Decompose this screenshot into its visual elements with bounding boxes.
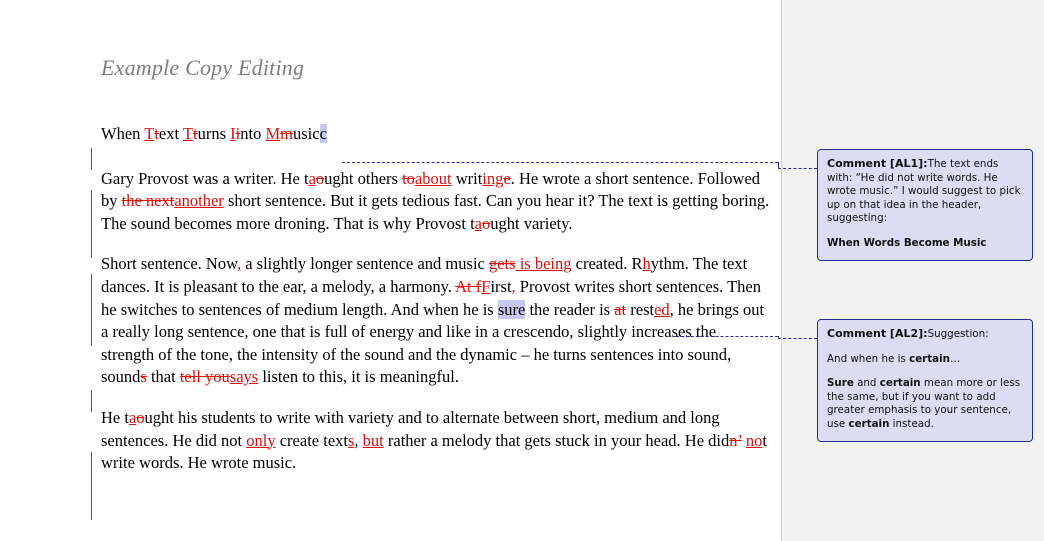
p2-del-4: the next (121, 191, 175, 211)
heading-ins-2: T (182, 124, 194, 143)
p3-text-8: rest (626, 299, 655, 319)
heading-rest-3: nto (240, 124, 266, 143)
heading-ins-1: T (144, 124, 155, 143)
document-heading: When Ttext Tturns Iinto Mmusicc (101, 123, 773, 146)
comment-al2-body: Comment [AL2]:Suggestion: (827, 327, 1023, 342)
paragraph-short-sentence: Short sentence. Now, a slightly longer s… (101, 253, 773, 389)
heading-ins-4: M (265, 124, 281, 143)
comment-al2-text: Suggestion: (927, 328, 989, 340)
heading-prefix: When (101, 124, 145, 143)
p2-text-1: Gary Provost was a writer. He t (101, 168, 309, 188)
paragraph-he-taught: He taought his students to write with va… (101, 407, 773, 475)
comment-anchor-al2[interactable]: sure (497, 299, 526, 319)
p2-ins-5: a (474, 213, 482, 233)
p3-ins-6: ed (654, 299, 670, 319)
p3-del-3: at (614, 299, 627, 319)
paragraph-gary-provost: Gary Provost was a writer. He taought ot… (101, 168, 773, 236)
p3-ins-7: says (229, 367, 259, 387)
p3-text-7: the reader is (525, 299, 615, 319)
p2-ins-1: a (308, 168, 316, 188)
heading-rest-1: ext (158, 124, 183, 143)
p2-text-6: ught variety. (490, 213, 573, 233)
comment-leader-al1-h1 (342, 162, 778, 163)
comment-leader-al2-h2 (778, 338, 817, 339)
p3-ins-2: is being (515, 254, 572, 274)
p3-del-1: gets (488, 254, 516, 274)
p4-ins-5: no (745, 430, 763, 450)
p2-text-2: ught others (324, 168, 403, 188)
p2-ins-2: about (414, 168, 452, 188)
comment-al2-line-3: Sure and certain mean more or less the s… (827, 377, 1023, 431)
p3-del-5: tell you (179, 367, 230, 387)
comment-al2-line-3-text: Sure and certain mean more or less the s… (827, 377, 1021, 430)
change-bar-heading (91, 148, 92, 170)
comment-al1-label: Comment [AL1]: (827, 157, 928, 170)
comment-box-al1[interactable]: Comment [AL1]:The text ends with: “He di… (817, 149, 1033, 261)
change-bar-para3b (91, 390, 92, 412)
comment-anchor-al1[interactable]: c (319, 124, 327, 143)
heading-rest-2: urns (197, 124, 231, 143)
comment-al2-label: Comment [AL2]: (827, 327, 928, 340)
change-bar-para4 (91, 452, 92, 520)
document-page: Example Copy Editing When Ttext Tturns I… (0, 0, 782, 541)
document-viewer: Example Copy Editing When Ttext Tturns I… (0, 0, 1044, 541)
p4-del-2: n’ (729, 430, 742, 450)
p3-text-3: created. R (571, 254, 643, 274)
p2-ins-4: another (174, 191, 224, 211)
comment-leader-al2-h1 (676, 336, 778, 337)
p2-ins-3: ing (482, 168, 504, 188)
p4-text-5: rather a melody that gets stuck in your … (383, 430, 730, 450)
p4-text-3: create text (275, 430, 348, 450)
heading-rest-4: usic (292, 124, 320, 143)
comment-al1-suggestion-text: When Words Become Music (827, 236, 987, 249)
p4-text-4: , (354, 430, 363, 450)
p3-text-11: listen to this, it is meaningful. (258, 367, 459, 387)
page-title: Example Copy Editing (101, 55, 305, 80)
p3-ins-3: h (642, 254, 651, 274)
p3-text-5: irst (490, 276, 512, 296)
p4-del-1: o (136, 407, 145, 427)
p3-text-10: that (146, 367, 180, 387)
p3-text-2: a slightly longer sentence and music (241, 254, 489, 274)
document-body: Example Copy Editing When Ttext Tturns I… (101, 55, 773, 475)
comment-al2-line-2: And when he is certain… (827, 353, 1023, 367)
p3-text-1: Short sentence. Now (101, 254, 237, 274)
comment-box-al2[interactable]: Comment [AL2]:Suggestion: And when he is… (817, 319, 1033, 442)
p2-text-3: writ (451, 168, 483, 188)
comment-al1-body: Comment [AL1]:The text ends with: “He di… (827, 157, 1023, 226)
p4-text-1: He t (101, 407, 129, 427)
p3-del-2: At f (455, 276, 482, 296)
change-bar-para3a (91, 274, 92, 346)
comment-leader-al1-h2 (778, 168, 817, 169)
p2-del-1: o (315, 168, 325, 188)
comment-gutter (783, 0, 1044, 541)
p4-ins-2: only (246, 430, 276, 450)
p2-del-2: to (402, 168, 415, 188)
comment-al2-line-2-text: And when he is certain… (827, 352, 961, 365)
p2-del-3: e (503, 168, 511, 188)
p2-del-5: o (481, 213, 491, 233)
comment-al1-suggestion: When Words Become Music (827, 237, 1023, 251)
change-bar-para2 (91, 190, 92, 258)
p4-ins-4: but (362, 430, 384, 450)
heading-del-4: m (280, 124, 293, 143)
